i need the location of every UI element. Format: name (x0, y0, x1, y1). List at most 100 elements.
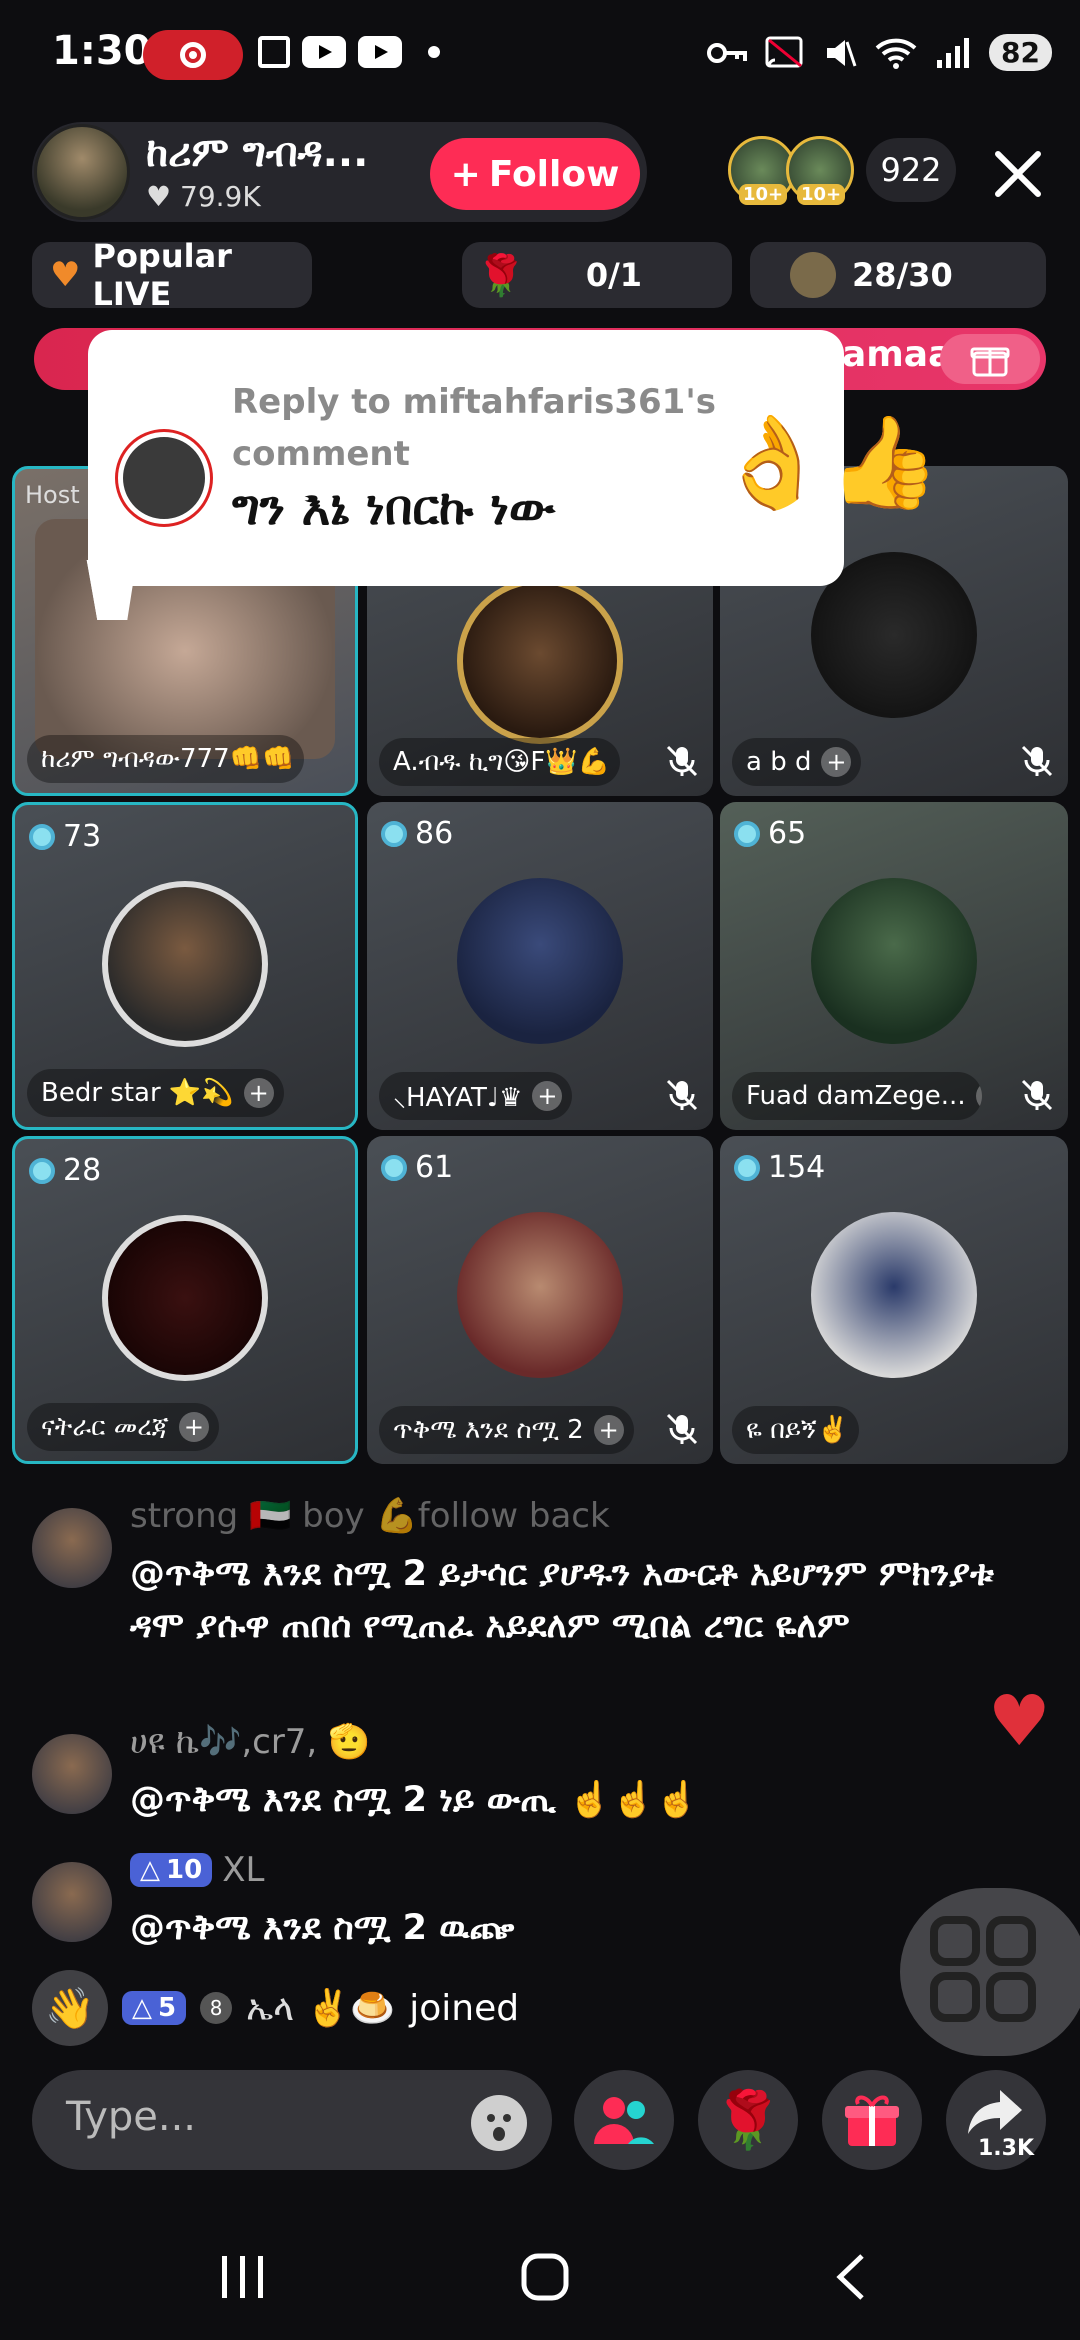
top-viewers[interactable]: 10+ 10+ 922 (728, 136, 956, 205)
guest-name: ከሪም ግብዳው777👊👊 (41, 743, 295, 774)
guest-avatar (811, 878, 977, 1044)
popup-tail (86, 560, 148, 620)
multi-guest-button[interactable] (574, 2070, 674, 2170)
score-value: 61 (415, 1150, 454, 1185)
share-icon (968, 2090, 1022, 2134)
guest-score: 154 (734, 1150, 825, 1185)
chat-message[interactable]: strong 🇦🇪 boy 💪follow back @ጥቅሜ እንደ ስሟ 2… (32, 1496, 1032, 1696)
guest-name-label: Fuad damZege... + (732, 1072, 982, 1120)
add-friend-icon[interactable]: + (243, 1078, 274, 1108)
screen-record-icon (143, 30, 243, 80)
guest-avatar (457, 1212, 623, 1378)
popup-reply-header: Reply to miftahfaris361's comment (232, 382, 716, 474)
guest-avatar (457, 578, 623, 744)
viewer-rank-badge: 10+ (739, 184, 788, 205)
chat-avatar[interactable] (32, 1734, 112, 1814)
gem-icon (29, 1157, 55, 1184)
chat-message[interactable]: ሀዩ ኬ🎶,cr7, 🫡 @ጥቅሜ እንደ ስሟ 2 ነይ ውጢ ☝️☝️☝️ (32, 1722, 1032, 1832)
guest-name-label: ዬ በይኝ✌️ (732, 1406, 859, 1454)
chat-text: @ጥቅሜ እንደ ስሟ 2 ነይ ውጢ ☝️☝️☝️ (130, 1780, 699, 1820)
host-name[interactable]: ከሪም ግብዳ... (146, 130, 368, 176)
guest-name-label: Bedr star ⭐💫 + (27, 1069, 284, 1117)
chat-username-row[interactable]: △ 10 XL (130, 1850, 264, 1890)
rank-value: 8 (209, 1996, 223, 2020)
rose-gift-button[interactable]: 🌹 (698, 2070, 798, 2170)
guest-name-label: ናትራር መረጃ + (27, 1403, 219, 1451)
join-username[interactable]: ኤላ ✌️🍮 (246, 1987, 395, 2030)
popular-live-label: Popular LIVE (92, 237, 232, 313)
likes-count: 79.9K (180, 180, 261, 213)
emoji-icon[interactable] (470, 2094, 528, 2152)
viewer-avatar[interactable]: 10+ (786, 136, 854, 205)
add-friend-icon[interactable]: + (532, 1081, 563, 1111)
guest-name: ⸜HAYAT♩♛ (393, 1083, 523, 1113)
guest-tile[interactable]: 86 ⸜HAYAT♩♛ + (367, 802, 713, 1130)
viewer-count[interactable]: 922 (866, 138, 956, 202)
add-friend-icon[interactable]: + (975, 1081, 982, 1111)
join-text: joined (409, 1987, 520, 2029)
plus-icon: + (450, 153, 481, 195)
join-notification: 👋 △ 5 8 ኤላ ✌️🍮 joined (32, 1970, 519, 2046)
guest-avatar (457, 878, 623, 1044)
guest-tile[interactable]: 65 Fuad damZege... + (720, 802, 1068, 1130)
guest-name: ናትራር መረጃ (41, 1411, 169, 1442)
team-goal-chip[interactable]: 28/30 (750, 242, 1046, 308)
mic-muted-icon (666, 1079, 698, 1111)
chat-text: @ጥቅሜ እንደ ስሟ 2 ዉጬ (130, 1908, 515, 1948)
rose-icon: 🌹 (713, 2088, 783, 2153)
score-value: 65 (768, 816, 807, 851)
rank-badge: 8 (200, 1992, 233, 2024)
chat-text: @ጥቅሜ እንደ ስሟ 2 ይታሳር ያሆዱን አውርቶ አይሆንም ምክንያቱ… (130, 1554, 994, 1646)
guest-name-label: A.ብዱ ኪግ😘F👑💪 (379, 738, 621, 786)
guest-tile[interactable]: 154 ዬ በይኝ✌️ (720, 1136, 1068, 1464)
chat-avatar[interactable] (32, 1508, 112, 1588)
guest-avatar (102, 1215, 268, 1381)
gift-box-icon[interactable] (940, 334, 1040, 384)
level-value: 10 (166, 1855, 203, 1885)
guest-tile[interactable]: 73 Bedr star ⭐💫 + (12, 802, 358, 1130)
rose-icon: 🌹 (476, 252, 526, 299)
guest-name-label: ጥቅሜ እንደ ስሟ 2 + (379, 1406, 634, 1454)
guest-tile[interactable]: 61 ጥቅሜ እንደ ስሟ 2 + (367, 1136, 713, 1464)
wave-hand-icon[interactable]: 👋 (32, 1970, 108, 2046)
add-friend-icon[interactable]: + (178, 1412, 209, 1442)
banner-text: amaa (842, 334, 953, 375)
back-icon[interactable] (830, 2252, 870, 2302)
score-value: 28 (63, 1153, 102, 1188)
status-bar: 1:30 82 (0, 0, 1080, 110)
chat-username[interactable]: ሀዩ ኬ🎶,cr7, 🫡 (130, 1722, 370, 1762)
broken-heart-icon: ♥ (50, 255, 81, 295)
guest-name-label: a b d + (732, 738, 862, 786)
wifi-icon (875, 38, 917, 69)
chat-username[interactable]: strong 🇦🇪 boy 💪follow back (130, 1496, 610, 1536)
cast-icon (765, 36, 803, 67)
chat-avatar[interactable] (32, 1862, 112, 1942)
gem-icon (29, 823, 55, 850)
score-value: 73 (63, 819, 102, 854)
gem-icon (381, 820, 407, 847)
guest-avatar (102, 881, 268, 1047)
people-icon (594, 2097, 654, 2144)
chat-message[interactable]: △ 10 XL @ጥቅሜ እንደ ስሟ 2 ዉጬ (32, 1850, 892, 1960)
add-friend-icon[interactable]: + (821, 747, 852, 777)
host-avatar[interactable] (34, 124, 130, 220)
rose-goal-chip[interactable]: 🌹 0/1 (462, 242, 732, 308)
chat-username[interactable]: XL (222, 1850, 264, 1890)
team-goal-progress: 28/30 (852, 256, 953, 294)
gift-button[interactable] (822, 2070, 922, 2170)
key-icon (707, 42, 748, 63)
popular-live-chip[interactable]: ♥ Popular LIVE (32, 237, 312, 313)
follow-button[interactable]: + Follow (430, 138, 640, 210)
close-icon[interactable] (990, 146, 1046, 202)
guest-tile[interactable]: 28 ናትራር መረጃ + (12, 1136, 358, 1464)
more-notifications-icon (428, 46, 440, 58)
recent-apps-icon[interactable] (218, 2254, 268, 2300)
level-value: 5 (158, 1993, 177, 2023)
youtube-icon (358, 36, 402, 68)
goal-avatar (790, 252, 836, 298)
home-icon[interactable] (520, 2252, 570, 2302)
add-friend-icon[interactable]: + (593, 1415, 624, 1445)
guest-name: Bedr star ⭐💫 (41, 1078, 234, 1108)
share-count: 1.3K (978, 2136, 1035, 2161)
apps-grid-button[interactable] (900, 1888, 1080, 2056)
